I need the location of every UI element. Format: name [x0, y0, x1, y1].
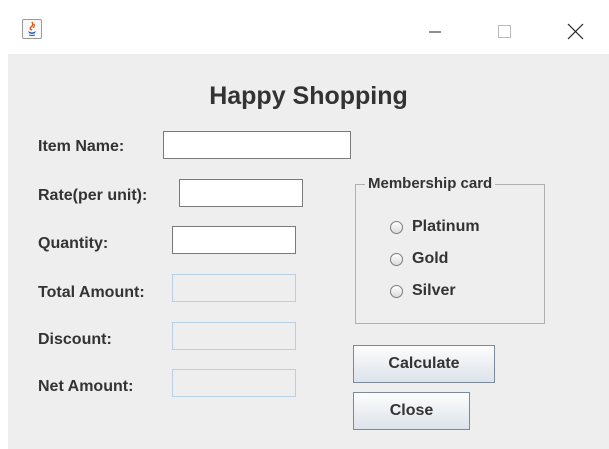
quantity-input[interactable]	[172, 226, 296, 254]
quantity-label: Quantity:	[38, 235, 109, 252]
maximize-button[interactable]	[484, 14, 524, 44]
discount-label: Discount:	[38, 331, 112, 348]
net-amount-field	[172, 369, 296, 397]
rate-input[interactable]	[179, 179, 303, 207]
radio-button-icon[interactable]	[390, 252, 403, 266]
close-form-button[interactable]: Close	[353, 392, 470, 430]
total-amount-label: Total Amount:	[38, 284, 145, 301]
radio-platinum[interactable]: Platinum	[390, 216, 480, 238]
title-bar	[0, 0, 609, 54]
form-panel: Happy Shopping Item Name: Rate(per unit)…	[8, 54, 609, 449]
radio-silver[interactable]: Silver	[390, 280, 456, 302]
close-icon	[567, 23, 584, 40]
calculate-button[interactable]: Calculate	[353, 345, 495, 383]
radio-button-icon[interactable]	[390, 220, 403, 234]
total-amount-field	[172, 274, 296, 302]
net-amount-label: Net Amount:	[38, 378, 134, 395]
minimize-button[interactable]	[415, 14, 455, 44]
radio-button-icon[interactable]	[390, 284, 403, 298]
java-icon[interactable]	[22, 19, 42, 39]
membership-group-title: Membership card	[365, 175, 496, 192]
radio-gold[interactable]: Gold	[390, 248, 448, 270]
membership-group	[355, 184, 545, 324]
item-name-input[interactable]	[163, 131, 351, 159]
radio-platinum-label[interactable]: Platinum	[412, 218, 480, 236]
form-title: Happy Shopping	[209, 82, 408, 110]
radio-gold-label[interactable]: Gold	[412, 250, 448, 268]
rate-label: Rate(per unit):	[38, 187, 148, 204]
close-button[interactable]	[554, 14, 594, 44]
minimize-icon	[429, 31, 441, 33]
maximize-icon	[498, 25, 511, 38]
radio-silver-label[interactable]: Silver	[412, 282, 456, 300]
discount-field	[172, 322, 296, 350]
item-name-label: Item Name:	[38, 138, 125, 155]
